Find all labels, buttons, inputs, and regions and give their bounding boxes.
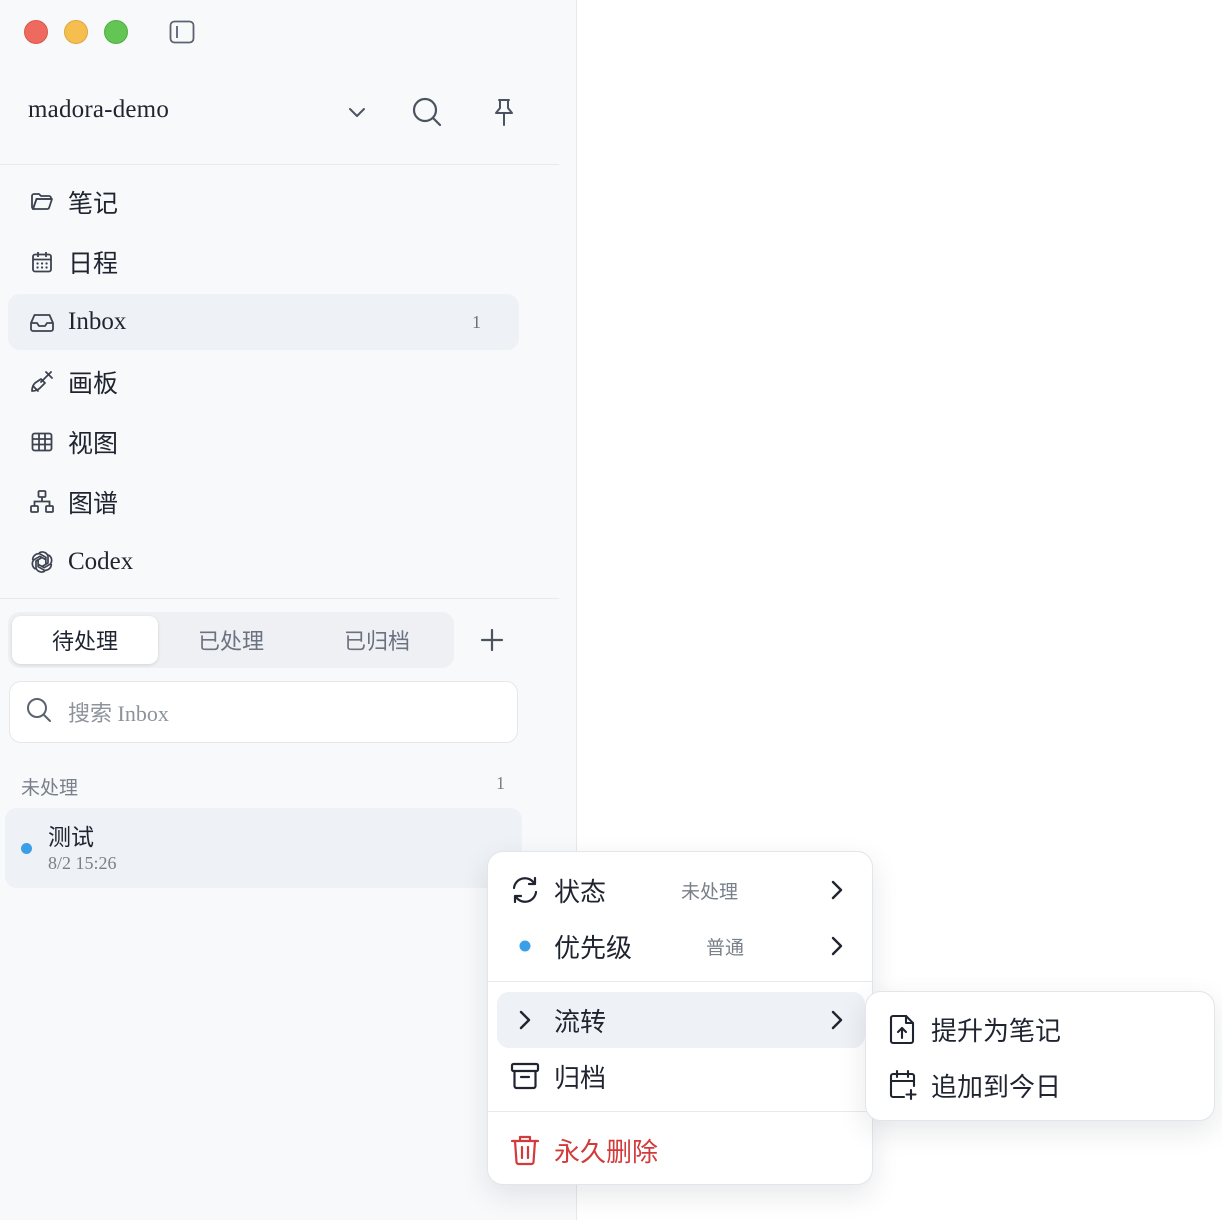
chevron-right-icon [823,876,851,904]
priority-dot-icon [509,930,541,962]
list-item[interactable]: 测试 8/2 15:26 [5,808,522,888]
zoom-window-button[interactable] [104,20,128,44]
tab-processed[interactable]: 已处理 [158,616,304,664]
nav-item-inbox[interactable]: Inbox 1 [8,294,519,350]
window-controls [24,20,128,44]
menu-item-label: 优先级 [554,933,633,963]
nav-item-label: 日程 [68,251,119,278]
nav-item-label: 画板 [68,371,119,398]
menu-item-label: 流转 [554,1007,607,1037]
trash-icon [509,1134,541,1166]
submenu-item-append-to-today[interactable]: 追加到今日 [875,1058,1205,1112]
divider [0,164,559,165]
search-icon[interactable] [409,94,445,130]
menu-divider [488,1111,872,1112]
menu-item-status[interactable]: 状态 未处理 [497,862,865,918]
divider [0,598,559,599]
graph-icon [28,488,56,516]
chevron-right-icon [823,932,851,960]
chevron-right-icon [823,1006,851,1034]
inbox-count-badge: 1 [472,311,481,332]
nav-item-label: Codex [68,548,134,575]
search-icon [26,697,52,728]
tab-pending[interactable]: 待处理 [12,616,158,664]
brush-icon [28,368,56,396]
submenu-item-promote-to-note[interactable]: 提升为笔记 [875,1002,1205,1056]
nav-item-label: 图谱 [68,491,119,518]
workspace-name[interactable]: madora-demo [28,96,169,124]
nav-item-graph[interactable]: 图谱 [8,474,519,530]
group-count: 1 [496,773,505,793]
nav-item-label: 笔记 [68,191,119,218]
sidebar-toggle-icon[interactable] [169,20,195,44]
archive-icon [509,1060,541,1092]
flow-submenu: 提升为笔记 追加到今日 [865,991,1215,1121]
group-label: 未处理 [21,778,79,799]
nav-list: 笔记 日程 Inbox 1 画板 视图 图谱 Codex [8,174,519,594]
menu-divider [488,981,872,982]
priority-value: 普通 [706,937,745,959]
priority-dot-icon [21,843,32,854]
context-menu: 状态 未处理 优先级 普通 流转 归档 永久删除 [487,851,873,1185]
tab-archived[interactable]: 已归档 [304,616,450,664]
inbox-status-tabs: 待处理 已处理 已归档 [8,612,454,668]
nav-item-notes[interactable]: 笔记 [8,174,519,230]
status-value: 未处理 [681,881,739,903]
entry-timestamp: 8/2 15:26 [48,853,117,873]
minimize-window-button[interactable] [64,20,88,44]
inbox-search-input[interactable]: 搜索 Inbox [9,681,518,743]
menu-item-label: 永久删除 [554,1137,659,1167]
pin-icon[interactable] [486,94,522,130]
nav-item-schedule[interactable]: 日程 [8,234,519,290]
menu-item-priority[interactable]: 优先级 普通 [497,918,865,974]
nav-item-label: 视图 [68,431,119,458]
refresh-icon [509,874,541,906]
chevron-down-icon[interactable] [339,94,375,130]
table-icon [28,428,56,456]
calendar-plus-icon [887,1069,919,1101]
submenu-item-label: 提升为笔记 [931,1016,1062,1046]
plus-icon[interactable] [474,622,510,658]
menu-item-flow[interactable]: 流转 [497,992,865,1048]
inbox-icon [28,308,56,336]
nav-item-canvas[interactable]: 画板 [8,354,519,410]
chevron-right-icon [509,1004,541,1036]
file-upload-icon [887,1013,919,1045]
menu-item-delete-permanently[interactable]: 永久删除 [497,1122,865,1178]
folder-icon [28,188,56,216]
submenu-item-label: 追加到今日 [931,1072,1062,1102]
calendar-icon [28,248,56,276]
entry-title: 测试 [48,825,94,850]
nav-item-codex[interactable]: Codex [8,534,519,590]
menu-item-label: 状态 [554,877,607,907]
search-placeholder: 搜索 Inbox [68,701,169,726]
nav-item-label: Inbox [68,308,127,335]
menu-item-archive[interactable]: 归档 [497,1048,865,1104]
nav-item-views[interactable]: 视图 [8,414,519,470]
close-window-button[interactable] [24,20,48,44]
menu-item-label: 归档 [554,1063,607,1093]
openai-icon [28,548,56,576]
